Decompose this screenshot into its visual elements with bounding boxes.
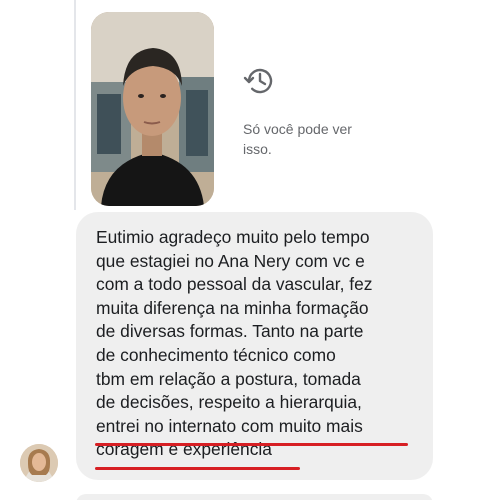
- private-visibility-note: Só você pode ver isso.: [243, 121, 352, 157]
- next-message-bubble: [76, 494, 433, 500]
- story-reply-thumbnail[interactable]: [91, 12, 214, 206]
- reply-thread-line: [74, 0, 76, 210]
- story-image: [91, 12, 214, 206]
- conversation-view: Só você pode ver isso. Eutimio agradeço …: [0, 0, 500, 500]
- message-bubble[interactable]: Eutimio agradeço muito pelo tempo que es…: [76, 212, 433, 480]
- message-text: Eutimio agradeço muito pelo tempo que es…: [96, 227, 373, 460]
- history-icon: [242, 63, 278, 99]
- red-underline-annotation: [95, 443, 408, 446]
- red-underline-annotation: [95, 467, 300, 470]
- sender-avatar[interactable]: [20, 444, 58, 482]
